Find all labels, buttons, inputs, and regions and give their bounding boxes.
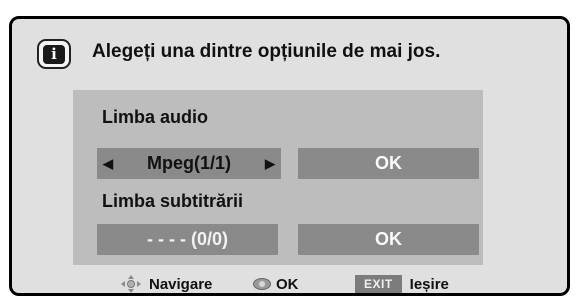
dialog-title: Alegeți una dintre opțiunile de mai jos. (92, 41, 441, 62)
options-dialog: i Alegeți una dintre opțiunile de mai jo… (9, 16, 570, 296)
info-icon: i (37, 39, 71, 69)
ok-hint-label: OK (276, 275, 299, 293)
audio-language-label: Limba audio (102, 107, 209, 127)
dialog-header: i Alegeți una dintre opțiunile de mai jo… (12, 19, 567, 79)
exit-key-icon: EXIT (355, 275, 402, 293)
footer-hints: Navigare OK EXIT Ieșire (12, 273, 567, 293)
left-arrow-icon[interactable]: ◀ (103, 156, 113, 172)
ok-hint: OK (253, 273, 299, 293)
exit-label: Ieșire (409, 275, 449, 293)
ok-button-icon (253, 278, 271, 290)
subtitle-language-label: Limba subtitrării (102, 191, 244, 211)
navigate-icon (121, 275, 141, 293)
info-icon-glyph: i (43, 44, 65, 64)
subtitle-ok-button[interactable]: OK (298, 224, 479, 255)
navigate-hint: Navigare (119, 273, 213, 293)
audio-language-value: Mpeg(1/1) (146, 153, 231, 173)
subtitle-language-selector[interactable]: - - - - (0/0) (97, 224, 278, 255)
right-arrow-icon[interactable]: ▶ (265, 156, 275, 172)
audio-language-selector[interactable]: ◀ Mpeg(1/1) ▶ (97, 148, 281, 179)
navigate-label: Navigare (149, 275, 213, 293)
exit-hint: EXIT Ieșire (355, 273, 449, 293)
options-panel: Limba audio ◀ Mpeg(1/1) ▶ OK Limba subti… (73, 90, 483, 265)
audio-ok-button[interactable]: OK (298, 148, 479, 179)
subtitle-language-value: - - - - (0/0) (147, 229, 228, 249)
